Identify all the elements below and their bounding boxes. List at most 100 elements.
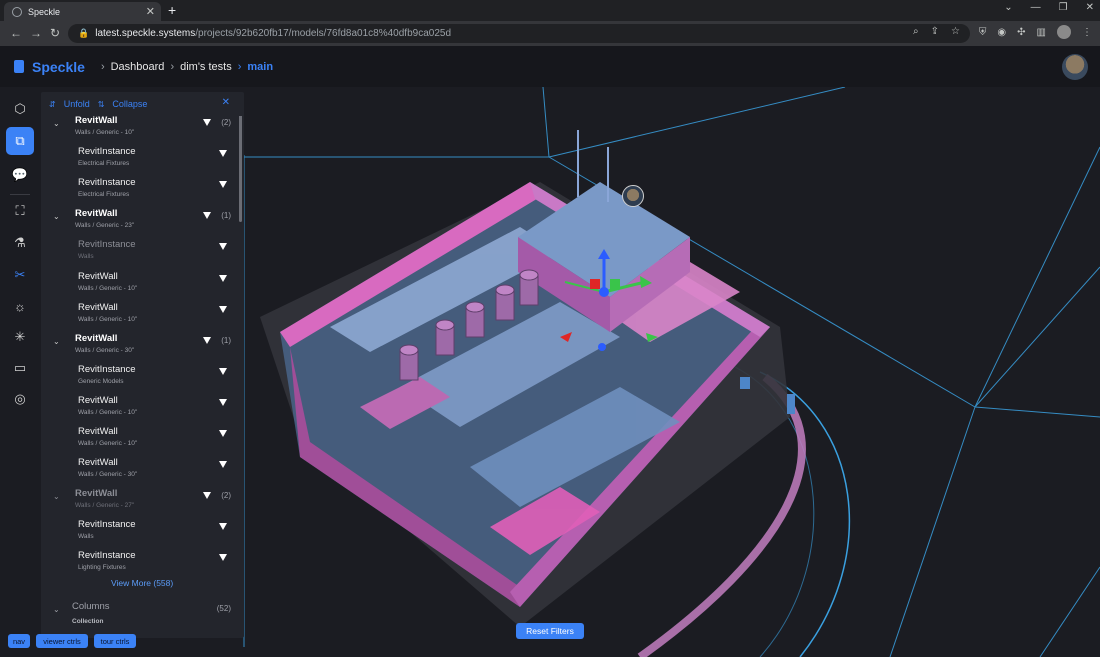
filter-icon[interactable] — [203, 336, 211, 344]
filter-icon[interactable] — [219, 150, 227, 158]
viewer-ctrls-dev-button[interactable]: viewer ctrls — [36, 634, 88, 648]
tree-item-row[interactable]: RevitInstance Electrical Fixtures — [41, 143, 237, 173]
tree-item-name: RevitWall — [78, 270, 118, 282]
filter-icon[interactable] — [219, 181, 227, 189]
nav-dev-button[interactable]: nav — [8, 634, 30, 648]
tree-group-row[interactable]: ⌄ RevitWall Walls / Generic - 30" (1) — [41, 330, 237, 360]
filter-icon[interactable] — [219, 523, 227, 531]
tree-item-row[interactable]: RevitWall Walls / Generic - 10" — [41, 268, 237, 298]
chevron-right-icon: › — [237, 60, 242, 73]
filter-icon[interactable] — [219, 461, 227, 469]
chevron-down-icon[interactable]: ⌄ — [53, 212, 60, 221]
tree-item-name: RevitWall — [75, 208, 118, 220]
bookmark-star-icon[interactable]: ☆ — [951, 26, 960, 37]
collaborator-avatar[interactable] — [622, 185, 644, 207]
tree-item-row[interactable]: RevitInstance Walls — [41, 516, 237, 546]
reset-filters-button[interactable]: Reset Filters — [516, 623, 584, 639]
speckle-logo-icon[interactable] — [14, 60, 24, 73]
panel-header: ⇵ Unfold ⇅ Collapse ✕ — [41, 92, 244, 116]
tree-item-row[interactable]: RevitWall Walls / Generic - 10" — [41, 392, 237, 422]
filter-icon[interactable] — [219, 398, 227, 406]
share-icon[interactable]: ⇪ — [931, 26, 939, 37]
reload-icon[interactable]: ↻ — [50, 26, 60, 40]
tree-item-row[interactable]: RevitWall Walls / Generic - 10" — [41, 299, 237, 329]
profile-avatar[interactable] — [1057, 25, 1071, 39]
model-tree-icon[interactable]: ⧉ — [6, 127, 34, 155]
breadcrumb-project[interactable]: dim's tests — [180, 61, 232, 73]
view-more-link[interactable]: View More (558) — [111, 578, 173, 588]
unfold-button[interactable]: Unfold — [64, 99, 90, 109]
url-path: /projects/92b620fb17/models/76fd8a01c8%4… — [195, 28, 452, 39]
restore-icon[interactable]: ❐ — [1059, 2, 1068, 13]
chevron-down-icon[interactable]: ⌄ — [53, 605, 60, 614]
tree-item-name: RevitInstance — [78, 146, 136, 158]
menu-kebab-icon[interactable]: ⋮ — [1082, 27, 1092, 38]
tree-group-row[interactable]: ⌄ RevitWall Walls / Generic - 23" (1) — [41, 205, 237, 235]
filter-icon[interactable] — [219, 430, 227, 437]
back-icon[interactable]: ← — [10, 26, 22, 40]
comments-icon[interactable]: 💬 — [6, 161, 34, 189]
tree-item-type: Walls — [78, 533, 94, 541]
video-icon[interactable]: ▭ — [6, 354, 34, 382]
breadcrumb-dashboard[interactable]: Dashboard — [111, 61, 165, 73]
chevron-down-icon[interactable]: ⌄ — [53, 492, 60, 501]
tour-ctrls-dev-button[interactable]: tour ctrls — [94, 634, 136, 648]
filter-icon[interactable] — [219, 367, 227, 375]
settings-icon[interactable]: ◎ — [6, 385, 34, 413]
tree-item-row[interactable]: RevitWall Walls / Generic - 10" — [41, 423, 237, 453]
explode-icon[interactable]: ⚗ — [6, 229, 34, 257]
filter-icon[interactable] — [219, 305, 227, 313]
user-avatar[interactable] — [1062, 54, 1088, 80]
window-controls: ⌄ — ❐ ✕ — [1004, 2, 1094, 13]
tree-item-type: Lighting Fixtures — [78, 564, 126, 572]
tree-item-count: (2) — [221, 491, 231, 501]
filter-icon[interactable] — [219, 274, 227, 282]
brand-name[interactable]: Speckle — [32, 59, 85, 75]
close-tab-icon[interactable]: ✕ — [146, 5, 155, 18]
collapse-button[interactable]: Collapse — [112, 99, 147, 109]
tree-collection-row[interactable]: ⌄ Columns Collection (52) — [41, 598, 237, 628]
tree-group-row[interactable]: ⌄ RevitWall Walls / Generic - 10" (2) — [41, 112, 237, 142]
chevron-down-icon[interactable]: ⌄ — [53, 337, 60, 346]
tree-item-name: RevitInstance — [78, 519, 136, 531]
tree-item-row[interactable]: RevitInstance Lighting Fixtures — [41, 547, 237, 577]
tree-item-row[interactable]: RevitInstance Walls — [41, 236, 237, 266]
tree-item-row[interactable]: RevitInstance Electrical Fixtures — [41, 174, 237, 204]
filter-icon[interactable] — [203, 119, 211, 126]
minimize-icon[interactable]: — — [1031, 2, 1041, 13]
light-settings-icon[interactable]: ☼ — [6, 292, 34, 320]
favicon-icon — [12, 6, 22, 17]
section-scissors-icon[interactable]: ✂ — [6, 261, 34, 289]
tab-title: Speckle — [28, 6, 61, 17]
models-cube-icon[interactable]: ⬡ — [6, 95, 34, 123]
tab-search-icon[interactable]: ⌄ — [1004, 2, 1012, 13]
address-bar[interactable]: 🔒 latest.speckle.systems /projects/92b62… — [68, 24, 970, 43]
breadcrumb-model[interactable]: main — [247, 61, 273, 73]
close-icon[interactable]: ✕ — [222, 97, 230, 108]
tree-item-row[interactable]: RevitWall Walls / Generic - 30" — [41, 454, 237, 484]
zoom-extents-icon[interactable]: ⛶ — [6, 197, 34, 225]
chevron-down-icon[interactable]: ⌄ — [53, 119, 60, 128]
tree-group-row[interactable]: ⌄ RevitWall Walls / Generic - 27" (2) — [41, 485, 237, 515]
browser-tab[interactable]: Speckle ✕ — [4, 2, 161, 21]
tree-item-name: RevitWall — [78, 301, 118, 313]
close-window-icon[interactable]: ✕ — [1086, 2, 1094, 13]
puzzle-icon[interactable]: ✣ — [1017, 27, 1025, 38]
filter-icon[interactable] — [203, 212, 211, 220]
filter-icon[interactable] — [219, 554, 227, 562]
forward-icon[interactable]: → — [30, 26, 42, 40]
filter-icon[interactable] — [219, 243, 227, 251]
sun-icon[interactable]: ✳ — [6, 323, 34, 351]
zoom-icon[interactable]: ⌕ — [913, 26, 919, 37]
sidebar-icon[interactable]: ▥ — [1037, 27, 1046, 38]
filter-icon[interactable] — [203, 492, 211, 500]
tree-item-row[interactable]: RevitInstance Generic Models — [41, 361, 237, 391]
viewer-toolbar: ⬡ ⧉ 💬 ⛶ ⚗ ✂ ☼ ✳ ▭ ◎ — [0, 87, 41, 657]
shield-icon[interactable]: ⛨ — [979, 27, 987, 38]
browser-tab-strip: Speckle ✕ + ⌄ — ❐ ✕ — [0, 0, 1100, 21]
new-tab-button[interactable]: + — [168, 2, 176, 18]
app-header: Speckle › Dashboard › dim's tests › main — [0, 46, 1100, 87]
tree-item-type: Walls / Generic - 10" — [78, 408, 138, 416]
extension-icon[interactable]: ◉ — [997, 27, 1006, 38]
tree-item-type: Electrical Fixtures — [78, 191, 130, 199]
